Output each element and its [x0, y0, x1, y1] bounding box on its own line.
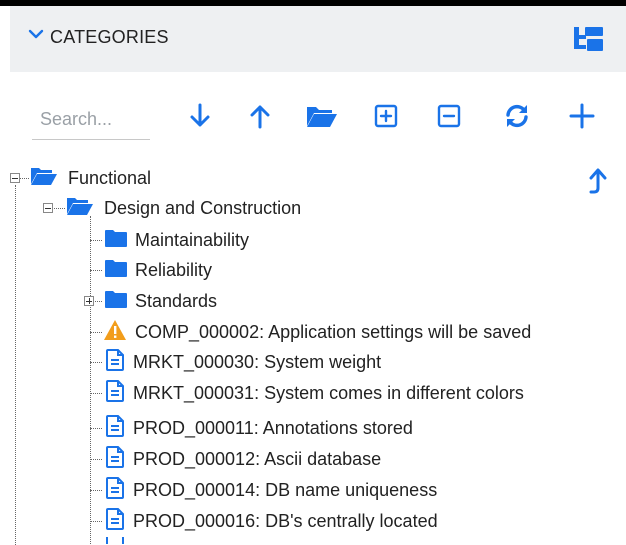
document-icon	[105, 445, 125, 473]
document-icon	[105, 348, 125, 376]
tree-node-prod-000014[interactable]: PROD_000014: DB name uniqueness	[105, 475, 437, 505]
node-label: Maintainability	[135, 229, 250, 250]
collapse-toggle[interactable]	[10, 173, 20, 183]
folder-open-icon	[30, 166, 58, 191]
arrow-down-icon	[189, 103, 211, 134]
open-folder-button[interactable]	[306, 102, 338, 134]
tree-view-icon[interactable]	[572, 24, 604, 59]
node-label: Reliability	[135, 259, 213, 280]
warning-icon	[103, 319, 127, 346]
tree-connector	[90, 270, 102, 271]
node-label: PROD_000011: Annotations stored	[133, 417, 413, 438]
folder-icon	[104, 289, 128, 314]
node-label: MRKT_000030: System weight	[133, 351, 382, 372]
tree-node-prod-000011[interactable]: PROD_000011: Annotations stored	[105, 413, 413, 443]
expand-toggle[interactable]	[84, 296, 94, 306]
node-label: PROD_000016: DB's centrally located	[133, 510, 438, 531]
node-label: PROD_000014: DB name uniqueness	[133, 479, 438, 500]
tree-node-comp-000002[interactable]: COMP_000002: Application settings will b…	[103, 317, 531, 347]
tree-connector	[90, 393, 102, 394]
expand-all-icon	[374, 104, 398, 133]
tree-node-standards[interactable]: Standards	[104, 286, 217, 316]
tree-node-mrkt-000031[interactable]: MRKT_000031: System comes in different c…	[105, 378, 524, 408]
chevron-down-icon[interactable]	[28, 28, 44, 46]
tree-node-reliability[interactable]: Reliability	[104, 255, 212, 285]
node-label: Functional	[68, 167, 152, 188]
expand-all-button[interactable]	[370, 102, 402, 134]
tree-node-mrkt-000030[interactable]: MRKT_000030: System weight	[105, 347, 381, 377]
tree-connector	[90, 216, 91, 544]
document-icon	[105, 476, 125, 504]
collapse-all-button[interactable]	[433, 102, 465, 134]
document-icon	[105, 507, 125, 535]
node-label: COMP_000002: Application settings will b…	[135, 321, 532, 342]
level-up-arrow-icon	[585, 168, 607, 198]
tree-connector	[90, 362, 102, 363]
tree-connector	[90, 240, 102, 241]
move-down-button[interactable]	[184, 102, 216, 134]
document-icon	[105, 379, 125, 407]
node-label: PROD_000012: Ascii database	[133, 448, 382, 469]
categories-header[interactable]: CATEGORIES	[10, 6, 626, 72]
tree-node-prod-000016[interactable]: PROD_000016: DB's centrally located	[105, 506, 438, 536]
document-icon	[105, 414, 125, 442]
tree-node-partial[interactable]	[105, 537, 125, 544]
node-label: Standards	[135, 290, 218, 311]
tree-node-functional[interactable]: Functional	[30, 163, 151, 193]
node-label: MRKT_000031: System comes in different c…	[133, 382, 524, 403]
arrow-up-icon	[249, 103, 271, 134]
panel-title: CATEGORIES	[50, 27, 169, 47]
add-button[interactable]	[566, 102, 598, 134]
level-up-button[interactable]	[585, 166, 607, 199]
folder-icon	[104, 258, 128, 283]
refresh-icon	[503, 102, 531, 135]
tree-connector	[90, 490, 102, 491]
node-label: Design and Construction	[104, 197, 302, 218]
search-input[interactable]	[32, 100, 150, 140]
category-tree: Functional Design and Construction Maint…	[0, 160, 626, 545]
folder-open-icon	[306, 104, 338, 133]
folder-icon	[104, 228, 128, 253]
move-up-button[interactable]	[244, 102, 276, 134]
tree-connector	[90, 459, 102, 460]
tree-connector	[90, 332, 102, 333]
folder-open-icon	[66, 196, 94, 221]
collapse-all-icon	[437, 104, 461, 133]
tree-node-maintainability[interactable]: Maintainability	[104, 225, 249, 255]
document-icon	[105, 537, 125, 544]
tree-connector	[15, 185, 16, 545]
tree-connector	[90, 521, 102, 522]
plus-icon	[569, 103, 595, 134]
tree-connector	[90, 428, 102, 429]
refresh-button[interactable]	[501, 102, 533, 134]
tree-node-prod-000012[interactable]: PROD_000012: Ascii database	[105, 444, 381, 474]
collapse-toggle[interactable]	[43, 203, 53, 213]
tree-node-design-construction[interactable]: Design and Construction	[66, 193, 301, 223]
